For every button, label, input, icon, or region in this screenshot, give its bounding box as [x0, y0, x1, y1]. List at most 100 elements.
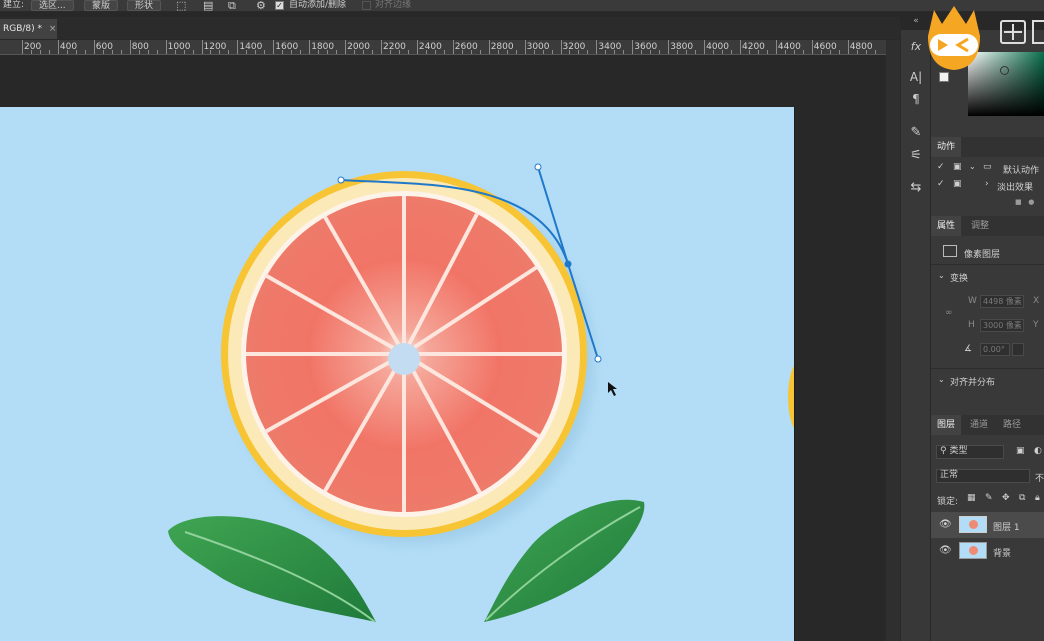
ruler-tick — [757, 50, 759, 54]
layer-filter-select[interactable]: ⚲ 类型 — [936, 445, 1004, 459]
brush-settings-icon[interactable]: ✎ — [907, 125, 925, 140]
y-label: Y — [1033, 320, 1039, 330]
tab-layers[interactable]: 图层 — [931, 415, 962, 435]
ruler-tick — [120, 50, 122, 54]
layer-thumbnail — [959, 542, 987, 559]
layer-filter-label: 类型 — [949, 446, 968, 456]
tab-actions[interactable]: 动作 — [931, 137, 962, 157]
shape-button[interactable]: 形状 — [127, 0, 162, 11]
chevron-right-icon[interactable]: › — [985, 179, 989, 189]
adjustments-icon[interactable]: ⚟ — [907, 148, 925, 163]
left-leaf — [168, 516, 376, 622]
transform-title: 变换 — [950, 274, 969, 284]
link-icon[interactable]: ∞ — [945, 308, 953, 318]
tab-properties[interactable]: 属性 — [931, 216, 962, 236]
ruler-tick — [219, 50, 221, 54]
action-set-row[interactable]: ✓ ▣ ⌄ ▭ 默认动作 — [931, 160, 1044, 177]
ruler-tick — [255, 50, 257, 54]
anchor-point-2[interactable] — [564, 260, 572, 268]
layer-thumbnail — [959, 516, 987, 533]
lock-transparent-icon[interactable]: ▦ — [967, 493, 976, 503]
ruler-tick — [461, 50, 463, 54]
blend-mode-select[interactable]: 正常 — [936, 469, 1030, 483]
height-label: H — [968, 320, 975, 330]
direction-handle[interactable] — [534, 163, 542, 171]
x-label: X — [1033, 296, 1040, 306]
align-edges-checkbox[interactable] — [362, 1, 371, 10]
anchor-point-1[interactable] — [337, 176, 345, 184]
workspace-switcher-icon[interactable] — [1000, 20, 1026, 44]
path-arrange-icon[interactable]: ⧉ — [228, 0, 236, 11]
angle-input[interactable]: 0.00° — [980, 343, 1010, 356]
mask-button[interactable]: 蒙版 — [84, 0, 119, 11]
divider — [931, 264, 1044, 265]
ruler-tick — [722, 50, 724, 54]
ruler-tick — [650, 50, 652, 54]
layer-name[interactable]: 图层 1 — [993, 520, 1020, 533]
clone-source-icon[interactable]: ⇆ — [907, 180, 925, 195]
filter-adjustment-icon[interactable]: ◐ — [1034, 446, 1042, 456]
check-icon[interactable]: ✓ — [937, 162, 945, 172]
document-canvas[interactable] — [0, 107, 794, 641]
actions-footer-icons[interactable]: ■ ● — [1015, 198, 1034, 206]
ruler-tick — [300, 50, 302, 54]
layer-name[interactable]: 背景 — [993, 546, 1011, 559]
lock-artboard-icon[interactable]: ⧉ — [1019, 493, 1025, 503]
brand-logo — [928, 6, 980, 70]
chevron-down-icon[interactable]: ⌄ — [938, 271, 945, 280]
chevron-down-icon[interactable]: ⌄ — [938, 375, 945, 384]
lock-all-icon[interactable]: 🔒︎ — [1035, 493, 1040, 503]
document-tab[interactable]: RGB/8) * × — [0, 19, 57, 39]
canvas-image — [168, 163, 794, 623]
ruler-tick — [614, 50, 616, 54]
ruler-tick — [156, 50, 158, 54]
lock-move-icon[interactable]: ✥ — [1002, 493, 1010, 503]
tab-paths[interactable]: 路径 — [997, 415, 1027, 435]
ruler-tick — [57, 40, 59, 54]
eye-icon[interactable]: 👁︎ — [939, 519, 952, 530]
ruler-tick-label: 2000 — [347, 42, 370, 52]
ruler-tick — [138, 50, 140, 54]
ruler-tick-label: 2600 — [454, 42, 478, 52]
layer-row[interactable]: 👁︎ 背景 — [931, 538, 1044, 564]
filter-pixel-icon[interactable]: ▣ — [1016, 446, 1025, 456]
ruler-tick — [569, 50, 571, 54]
ruler-tick — [856, 50, 858, 54]
anchor-point-3[interactable] — [594, 355, 602, 363]
dialog-toggle-icon[interactable]: ▣ — [953, 162, 962, 172]
panel-toggle-icon[interactable] — [1032, 20, 1044, 44]
layer-row[interactable]: 👁︎ 图层 1 — [931, 512, 1044, 538]
ruler-tick-label: 3600 — [634, 42, 658, 52]
ruler-tick — [443, 50, 445, 54]
action-row[interactable]: ✓ ▣ › 淡出效果 — [931, 177, 1044, 194]
ruler-tick — [470, 50, 472, 54]
eye-icon[interactable]: 👁︎ — [939, 545, 952, 556]
path-ops-icon[interactable]: ⬚ — [176, 0, 186, 11]
paragraph-icon[interactable]: ¶ — [907, 92, 925, 106]
path-align-icon[interactable]: ▤ — [203, 0, 213, 11]
dialog-toggle-icon[interactable]: ▣ — [953, 179, 962, 189]
vertical-scrollbar[interactable] — [886, 40, 900, 641]
ruler-tick-label: 3400 — [598, 42, 622, 52]
ruler-tick — [48, 50, 50, 54]
ruler-tick — [93, 40, 95, 54]
document-tab-bar — [0, 17, 900, 39]
panel-tool-strip: « fx A| ¶ ✎ ⚟ ⇆ — [900, 16, 930, 641]
lock-label: 锁定: — [937, 497, 959, 507]
ruler-tick — [282, 50, 284, 54]
tab-adjustments[interactable]: 调整 — [965, 216, 995, 236]
height-input[interactable]: 3000 像素 — [980, 319, 1024, 332]
check-icon[interactable]: ✓ — [937, 179, 945, 189]
lock-brush-icon[interactable]: ✎ — [985, 493, 993, 503]
ruler-tick — [309, 40, 311, 54]
tab-channels[interactable]: 通道 — [964, 415, 994, 435]
ruler-tick — [704, 40, 706, 54]
width-input[interactable]: 4498 像素 — [980, 295, 1024, 308]
angle-dropdown[interactable] — [1012, 343, 1024, 356]
auto-add-delete-checkbox[interactable]: ✓ — [275, 1, 284, 10]
selection-button[interactable]: 选区... — [31, 0, 74, 11]
close-icon[interactable]: × — [49, 24, 57, 34]
color-picker-handle[interactable] — [1000, 66, 1009, 75]
gear-icon[interactable]: ⚙ — [256, 0, 266, 11]
chevron-down-icon[interactable]: ⌄ — [969, 162, 976, 171]
